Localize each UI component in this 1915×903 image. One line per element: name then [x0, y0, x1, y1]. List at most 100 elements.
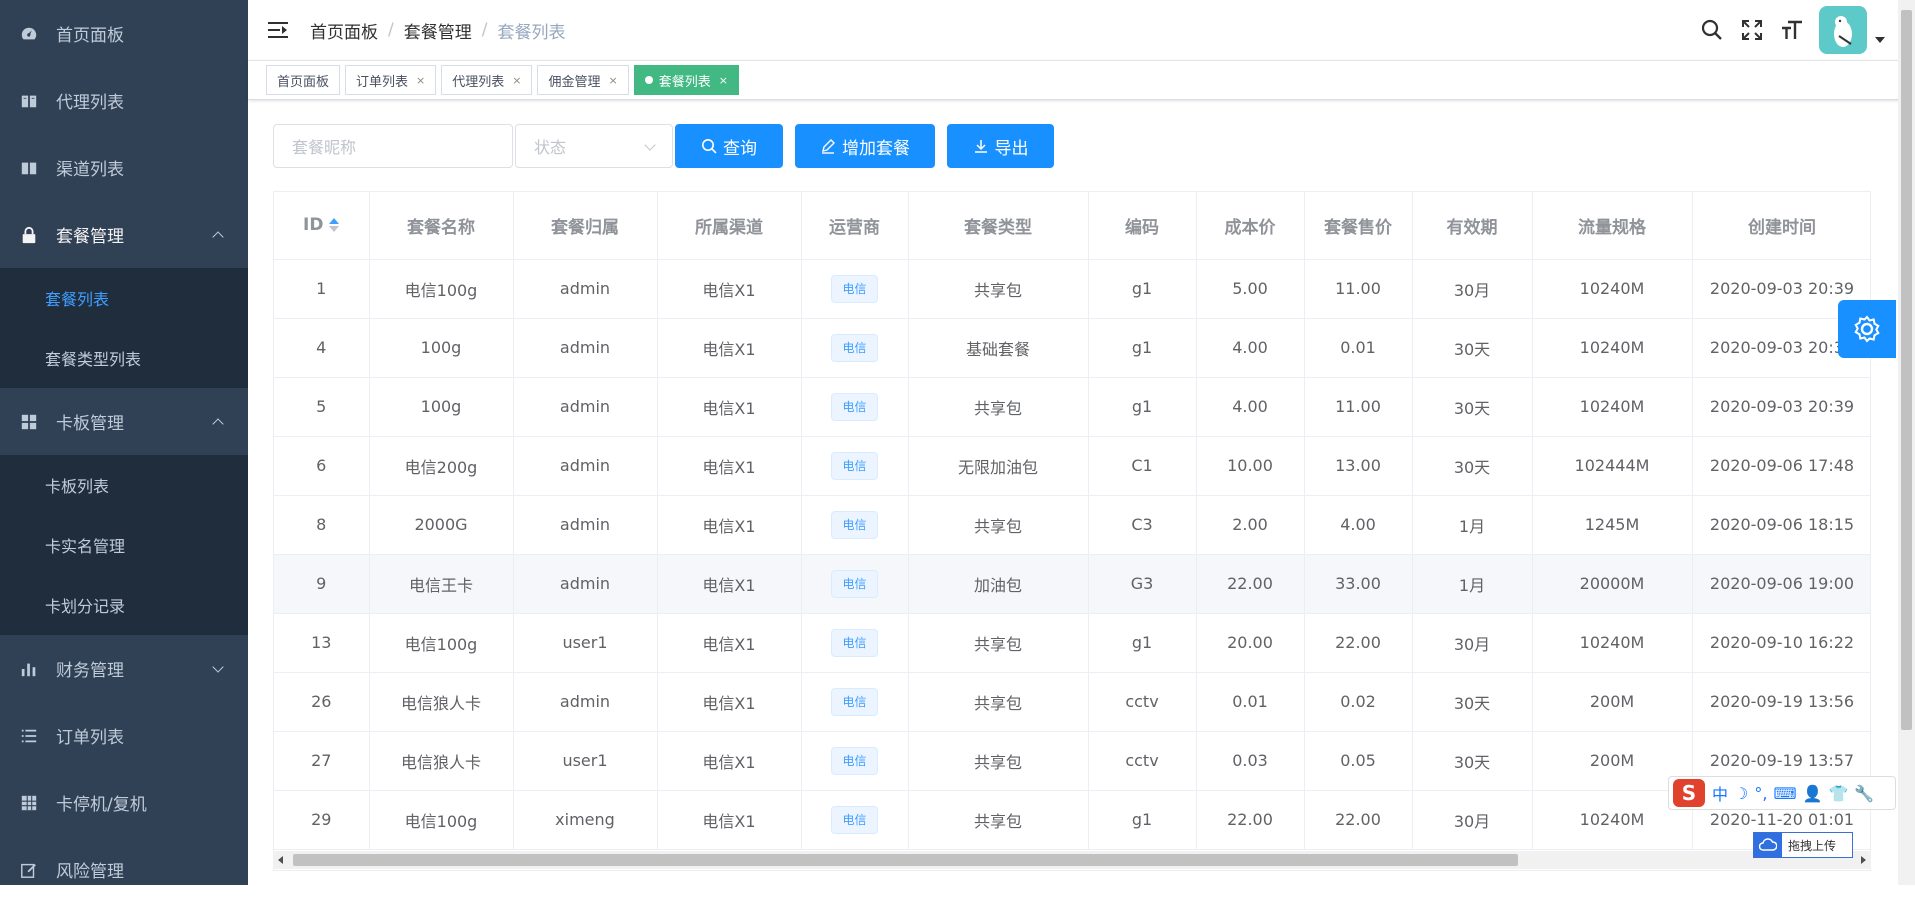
tag-dashboard[interactable]: 首页面板: [266, 65, 341, 95]
table-cell: 30天: [1412, 731, 1533, 791]
table-row[interactable]: 1 电信100g admin 电信X1 电信 共享包 g1 5.00 11.00 30月 10240…: [274, 259, 1870, 319]
table-row[interactable]: 26 电信狼人卡 admin 电信X1 电信 共享包 cctv 0.01 0.02 30天 200M…: [274, 672, 1870, 732]
sidebar-item-card-division[interactable]: 卡划分记录: [0, 575, 248, 635]
button-label: 查询: [723, 138, 757, 159]
sidebar-item-risk[interactable]: 风险管理: [0, 836, 248, 903]
table-cell: 9: [274, 554, 370, 614]
settings-button[interactable]: [1838, 300, 1896, 358]
sort-icon[interactable]: [329, 217, 340, 233]
keyboard-icon[interactable]: ⌨: [1773, 784, 1796, 803]
add-package-button[interactable]: 增加套餐: [795, 124, 935, 168]
table-cell: 电信X1: [657, 790, 802, 850]
skin-icon[interactable]: 👕: [1828, 784, 1848, 803]
user-icon[interactable]: 👤: [1803, 784, 1823, 803]
table-cell: 10240M: [1532, 259, 1693, 319]
table-cell: 无限加油包: [908, 436, 1089, 496]
chevron-up-icon: [212, 417, 224, 430]
sidebar-item-dashboard[interactable]: 首页面板: [0, 0, 248, 67]
package-name-input[interactable]: 套餐昵称: [273, 124, 513, 168]
table-cell: 6: [274, 436, 370, 496]
tag-agents[interactable]: 代理列表 ×: [441, 65, 533, 95]
tag-package-list[interactable]: 套餐列表 ×: [633, 65, 739, 95]
table-row[interactable]: 9 电信王卡 admin 电信X1 电信 加油包 G3 22.00 33.00 1月 20000M 2…: [274, 554, 1870, 614]
sidebar-item-package-type-list[interactable]: 套餐类型列表: [0, 328, 248, 388]
avatar[interactable]: [1819, 6, 1867, 54]
table-row[interactable]: 8 2000G admin 电信X1 电信 共享包 C3 2.00 4.00 1月 1245M 202…: [274, 495, 1870, 555]
table-cell: 0.05: [1304, 731, 1413, 791]
hamburger-icon[interactable]: [268, 20, 290, 40]
submenu-package: 套餐列表 套餐类型列表: [0, 268, 248, 388]
close-icon[interactable]: ×: [512, 74, 521, 87]
close-icon[interactable]: ×: [609, 74, 618, 87]
table-cell: 10240M: [1532, 318, 1693, 378]
scrollbar-thumb[interactable]: [1901, 10, 1912, 730]
sidebar-item-package-list[interactable]: 套餐列表: [0, 268, 248, 328]
sidebar-item-label: 卡板列表: [45, 477, 110, 496]
sidebar-item-card-list[interactable]: 卡板列表: [0, 455, 248, 515]
ime-toolbar[interactable]: S 中 ☽ °, ⌨ 👤 👕 🔧: [1668, 776, 1896, 810]
sidebar-item-channels[interactable]: 渠道列表: [0, 134, 248, 201]
fullscreen-icon[interactable]: [1739, 17, 1765, 43]
table-row[interactable]: 13 电信100g user1 电信X1 电信 共享包 g1 20.00 22.00 30月 102…: [274, 613, 1870, 673]
sidebar-item-card-suspend[interactable]: 卡停机/复机: [0, 769, 248, 836]
moon-icon[interactable]: ☽: [1734, 784, 1748, 803]
sidebar-item-label: 套餐类型列表: [45, 350, 142, 369]
table-cell: 共享包: [908, 731, 1089, 791]
table-cell: 29: [274, 790, 370, 850]
scroll-left-icon[interactable]: [278, 856, 283, 864]
sidebar-item-label: 卡停机/复机: [56, 795, 147, 815]
table-cell: ximeng: [513, 790, 658, 850]
table-cell: 27: [274, 731, 370, 791]
table-cell: 0.02: [1304, 672, 1413, 732]
tag-commission[interactable]: 佣金管理 ×: [537, 65, 629, 95]
table-cell: 0.01: [1304, 318, 1413, 378]
table-cell: 30天: [1412, 672, 1533, 732]
sidebar-item-card-realname[interactable]: 卡实名管理: [0, 515, 248, 575]
tag-orders[interactable]: 订单列表 ×: [345, 65, 437, 95]
caret-down-icon[interactable]: [1875, 37, 1885, 43]
table-cell: 33.00: [1304, 554, 1413, 614]
table-cell: 2020-09-03 20:39: [1692, 377, 1870, 437]
export-button[interactable]: 导出: [947, 124, 1054, 168]
breadcrumb: 首页面板 / 套餐管理 / 套餐列表: [310, 18, 565, 43]
query-button[interactable]: 查询: [675, 124, 783, 168]
scrollbar-thumb[interactable]: [293, 854, 1518, 866]
horizontal-scrollbar[interactable]: [273, 851, 1871, 869]
sidebar-item-agents[interactable]: 代理列表: [0, 67, 248, 134]
sidebar-item-finance[interactable]: 财务管理: [0, 635, 248, 702]
wrench-icon[interactable]: 🔧: [1854, 784, 1874, 803]
tag-label: 订单列表: [356, 74, 409, 90]
sidebar-item-package-management[interactable]: 套餐管理: [0, 201, 248, 268]
chevron-down-icon: [212, 660, 224, 673]
sidebar-item-orders[interactable]: 订单列表: [0, 702, 248, 769]
lock-icon: [22, 226, 36, 243]
table-row[interactable]: 27 电信狼人卡 user1 电信X1 电信 共享包 cctv 0.03 0.05 30天 200M…: [274, 731, 1870, 791]
drag-upload[interactable]: 拖拽上传: [1753, 832, 1853, 858]
table-row[interactable]: 6 电信200g admin 电信X1 电信 无限加油包 C1 10.00 13.00 30天 10…: [274, 436, 1870, 496]
column-header: 编码: [1088, 192, 1197, 260]
punctuation-icon[interactable]: °,: [1754, 784, 1767, 803]
table-row[interactable]: 29 电信100g ximeng 电信X1 电信 共享包 g1 22.00 22.00 30月 10…: [274, 790, 1870, 850]
table-cell: 30天: [1412, 436, 1533, 496]
table-cell: 2020-09-06 18:15: [1692, 495, 1870, 555]
table-cell: 30月: [1412, 790, 1533, 850]
search-icon[interactable]: [1699, 17, 1725, 43]
sidebar-item-card-management[interactable]: 卡板管理: [0, 388, 248, 455]
breadcrumb-item[interactable]: 套餐管理: [404, 18, 472, 43]
table-row[interactable]: 5 100g admin 电信X1 电信 共享包 g1 4.00 11.00 30天 10240M 2…: [274, 377, 1870, 437]
scroll-right-icon[interactable]: [1861, 856, 1866, 864]
close-icon[interactable]: ×: [416, 74, 425, 87]
vertical-scrollbar[interactable]: [1898, 0, 1915, 885]
column-header-id[interactable]: ID: [274, 192, 370, 260]
table-cell: 4.00: [1196, 377, 1305, 437]
table-cell: 22.00: [1304, 790, 1413, 850]
close-icon[interactable]: ×: [719, 74, 728, 87]
text-size-icon[interactable]: [1779, 17, 1805, 43]
status-select[interactable]: 状态: [515, 124, 673, 168]
table-cell: cctv: [1088, 731, 1197, 791]
table-row[interactable]: 4 100g admin 电信X1 电信 基础套餐 g1 4.00 0.01 30天 10240M 2…: [274, 318, 1870, 378]
breadcrumb-item[interactable]: 首页面板: [310, 18, 378, 43]
operator-tag: 电信: [831, 392, 878, 421]
ime-chinese-mode[interactable]: 中: [1712, 781, 1728, 805]
tag-label: 代理列表: [452, 74, 505, 90]
